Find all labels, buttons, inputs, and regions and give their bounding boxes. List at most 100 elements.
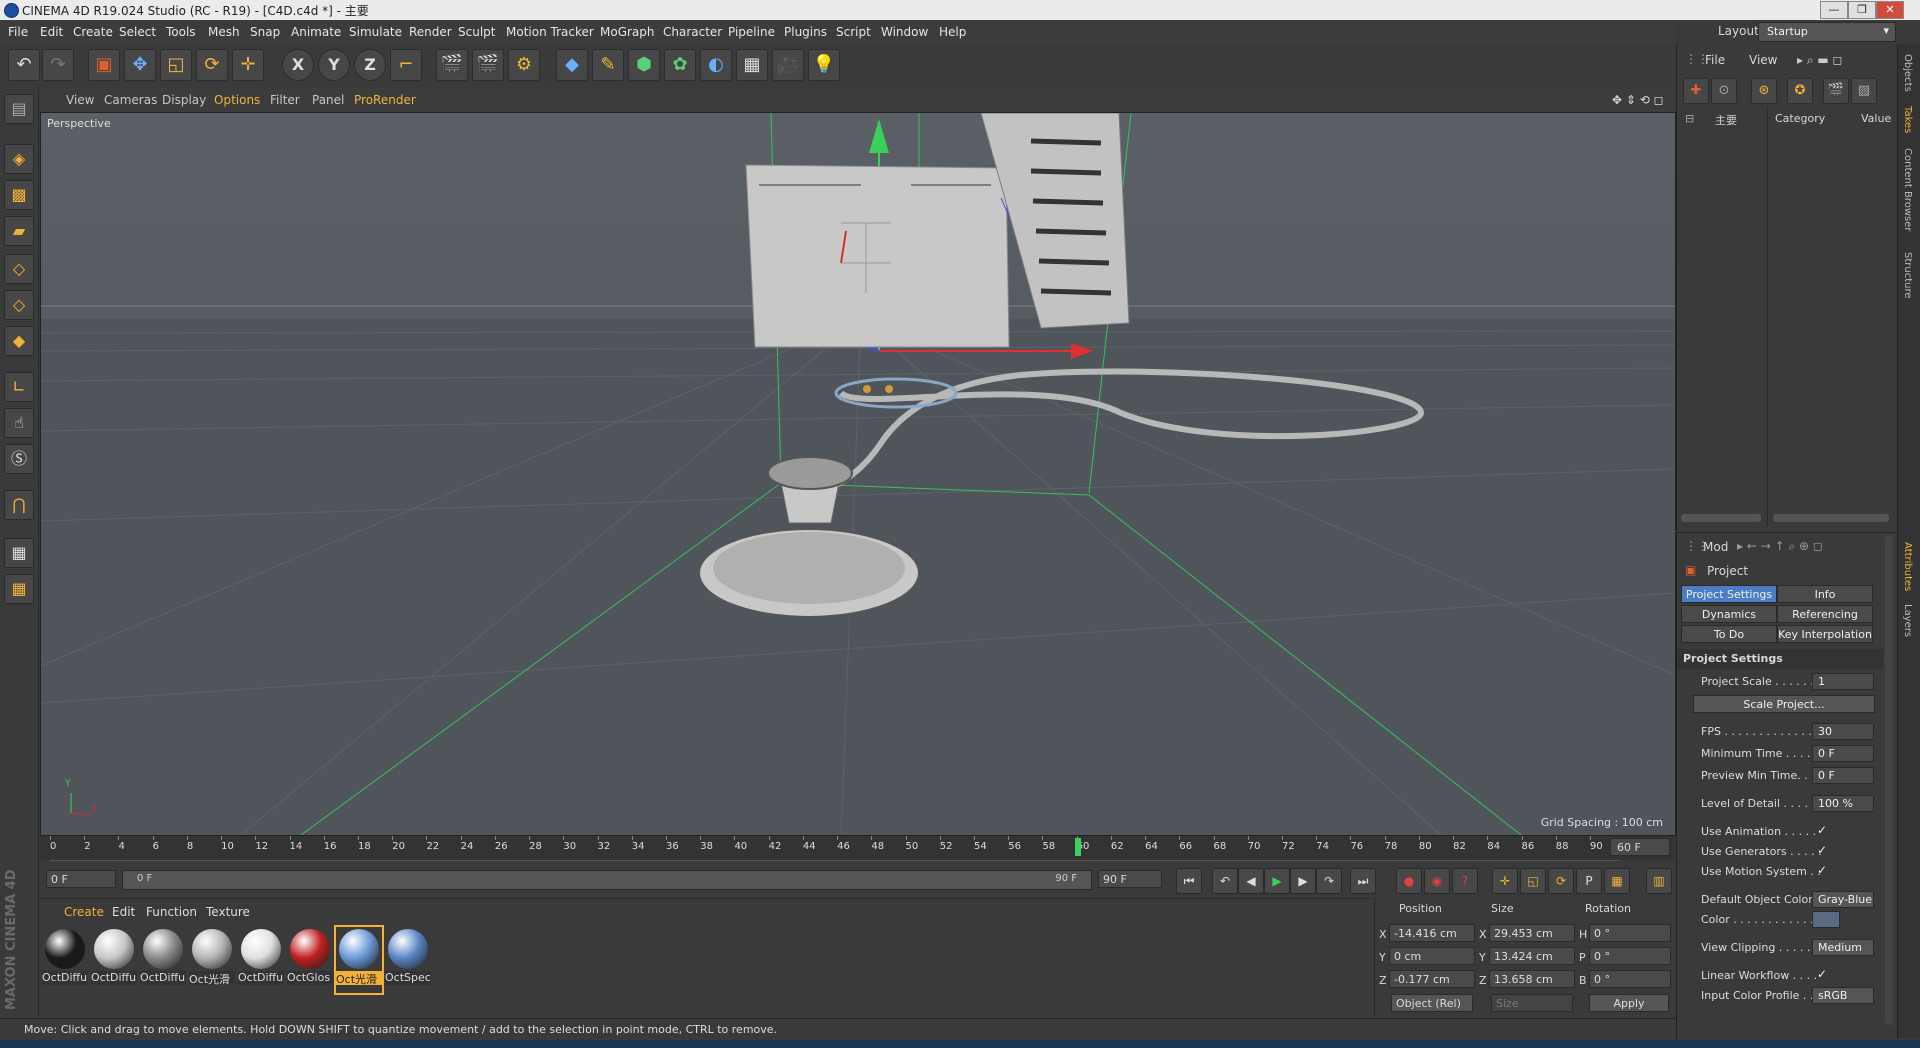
key-scale-icon[interactable]: ◱ (1520, 868, 1546, 894)
play-icon[interactable]: ▶ (1264, 868, 1290, 894)
edges-mode-icon[interactable]: ◇ (4, 290, 34, 320)
menu-plugins[interactable]: Plugins (784, 25, 827, 39)
texture-mode-icon[interactable]: ▩ (4, 180, 34, 210)
object-render-icon[interactable]: ⊙ (1711, 78, 1737, 104)
light-icon[interactable]: 💡 (808, 49, 840, 81)
menu-animate[interactable]: Animate (291, 25, 341, 39)
side-tab-takes[interactable]: Takes (1902, 106, 1913, 133)
key-position-icon[interactable]: ✛ (1492, 868, 1518, 894)
object-effector-icon[interactable]: ✪ (1787, 78, 1813, 104)
menu-render[interactable]: Render (409, 25, 452, 39)
end-frame-field[interactable]: 90 F (1098, 870, 1162, 888)
attribute-menu-mode[interactable]: Mod (1703, 540, 1728, 554)
menu-create[interactable]: Create (73, 25, 113, 39)
side-tab-objects[interactable]: Objects (1902, 54, 1913, 92)
tab-project-settings[interactable]: Project Settings (1681, 585, 1777, 603)
pen-spline-icon[interactable]: ✎ (592, 49, 624, 81)
key-pla-icon[interactable]: ▦ (1604, 868, 1630, 894)
model-mode-icon[interactable]: ◈ (4, 144, 34, 174)
menu-snap[interactable]: Snap (250, 25, 280, 39)
material-slot[interactable]: Oct光滑 (189, 927, 235, 993)
menu-edit[interactable]: Edit (40, 25, 63, 39)
coordinate-mode-select[interactable]: Object (Rel) (1391, 994, 1473, 1012)
deformer-icon[interactable]: ◐ (700, 49, 732, 81)
apply-button[interactable]: Apply (1589, 994, 1669, 1012)
live-selection-icon[interactable]: ▣ (88, 49, 120, 81)
level-of-detail-field[interactable]: 100 % (1812, 795, 1874, 812)
pos-x-field[interactable]: -14.416 cm (1389, 924, 1475, 942)
material-slot[interactable]: Oct光滑 (334, 925, 384, 995)
z-axis-lock-icon[interactable]: Z (354, 49, 386, 81)
x-axis-lock-icon[interactable]: X (282, 49, 314, 81)
viewport-menu-prorender[interactable]: ProRender (354, 93, 416, 107)
color-swatch[interactable] (1812, 911, 1840, 928)
subdivision-icon[interactable]: ⬢ (628, 49, 660, 81)
rot-b-field[interactable]: 0 ° (1589, 970, 1671, 988)
playhead[interactable] (1074, 838, 1081, 856)
side-tab-layers[interactable]: Layers (1902, 604, 1913, 637)
snap-icon[interactable]: ⋂ (4, 490, 34, 520)
recent-tool-icon[interactable]: ✛ (232, 49, 264, 81)
object-filter-icon[interactable]: ▨ (1851, 78, 1877, 104)
viewport-menu-display[interactable]: Display (162, 93, 206, 107)
menu-tools[interactable]: Tools (166, 25, 196, 39)
viewport-menu-view[interactable]: View (66, 93, 94, 107)
polygons-mode-icon[interactable]: ◆ (4, 326, 34, 356)
solo-mode-icon[interactable]: Ⓢ (4, 444, 34, 474)
material-slot[interactable]: OctDiffu (91, 927, 137, 993)
go-to-start-icon[interactable]: ⏮ (1176, 868, 1202, 894)
viewport-menu-cameras[interactable]: Cameras (104, 93, 157, 107)
next-key-icon[interactable]: ↷ (1316, 868, 1342, 894)
side-tab-structure[interactable]: Structure (1902, 252, 1913, 299)
material-menu-function[interactable]: Function (146, 905, 197, 919)
minimize-button[interactable]: — (1820, 1, 1848, 19)
menu-mograph[interactable]: MoGraph (600, 25, 655, 39)
menu-select[interactable]: Select (119, 25, 156, 39)
record-active-icon[interactable]: ● (1396, 868, 1422, 894)
use-animation-checkbox[interactable]: ✓ (1817, 823, 1827, 837)
menu-window[interactable]: Window (881, 25, 928, 39)
scale-tool-icon[interactable]: ◱ (160, 49, 192, 81)
move-tool-icon[interactable]: ✥ (124, 49, 156, 81)
side-tab-attributes[interactable]: Attributes (1902, 542, 1913, 591)
workplane-lock-icon[interactable]: ▦ (4, 538, 34, 568)
default-object-color-select[interactable]: Gray-Blue (1812, 891, 1874, 908)
axis-mode-icon[interactable]: ∟ (4, 372, 34, 402)
start-frame-field[interactable]: 0 F (46, 870, 116, 888)
perspective-viewport[interactable]: Perspective Y X Grid Spacing : 100 cm (40, 112, 1676, 836)
timeline-window-icon[interactable]: ▥ (1646, 868, 1672, 894)
tab-referencing[interactable]: Referencing (1777, 605, 1873, 623)
project-scale-field[interactable]: 1 (1812, 673, 1874, 690)
object-add-icon[interactable]: ✚ (1683, 78, 1709, 104)
viewport-nav-icon[interactable]: ✥ ⇕ ⟲ ◻ (1612, 93, 1664, 107)
material-slot[interactable]: OctDiffu (238, 927, 284, 993)
go-to-end-icon[interactable]: ⏭ (1350, 868, 1376, 894)
undo-icon[interactable]: ↶ (8, 49, 40, 81)
previous-frame-icon[interactable]: ◀ (1238, 868, 1264, 894)
attribute-nav-icons[interactable]: ▸ ← → ↑ ⌕ ⊕ ◻ (1737, 539, 1823, 554)
material-slot[interactable]: OctDiffu (42, 927, 88, 993)
monitor-model[interactable] (745, 164, 1022, 348)
size-z-field[interactable]: 13.658 cm (1489, 970, 1575, 988)
menu-file[interactable]: File (8, 25, 28, 39)
object-panel-icons[interactable]: ▸ ⌕ ▬ ◻ (1797, 53, 1843, 68)
menu-simulate[interactable]: Simulate (349, 25, 402, 39)
material-slot[interactable]: OctGlos (287, 927, 333, 993)
tab-dynamics[interactable]: Dynamics (1681, 605, 1777, 623)
tweak-mode-icon[interactable]: ☝ (4, 408, 34, 438)
maximize-button[interactable]: ❐ (1848, 1, 1876, 19)
view-clipping-select[interactable]: Medium (1812, 939, 1874, 956)
menu-help[interactable]: Help (939, 25, 966, 39)
object-tag-icon[interactable]: ⊛ (1751, 78, 1777, 104)
tab-key-interpolation[interactable]: Key Interpolation (1777, 625, 1873, 643)
rot-h-field[interactable]: 0 ° (1589, 924, 1671, 942)
root-object-label[interactable]: 主要 (1715, 112, 1737, 128)
fps-field[interactable]: 30 (1812, 723, 1874, 740)
material-menu-texture[interactable]: Texture (206, 905, 250, 919)
menu-script[interactable]: Script (836, 25, 871, 39)
use-motion-system-checkbox[interactable]: ✓ (1817, 863, 1827, 877)
planar-workplane-icon[interactable]: ▦ (4, 574, 34, 604)
key-parameter-icon[interactable]: P (1576, 868, 1602, 894)
minimum-time-field[interactable]: 0 F (1812, 745, 1874, 762)
viewport-menu-options[interactable]: Options (214, 93, 260, 107)
